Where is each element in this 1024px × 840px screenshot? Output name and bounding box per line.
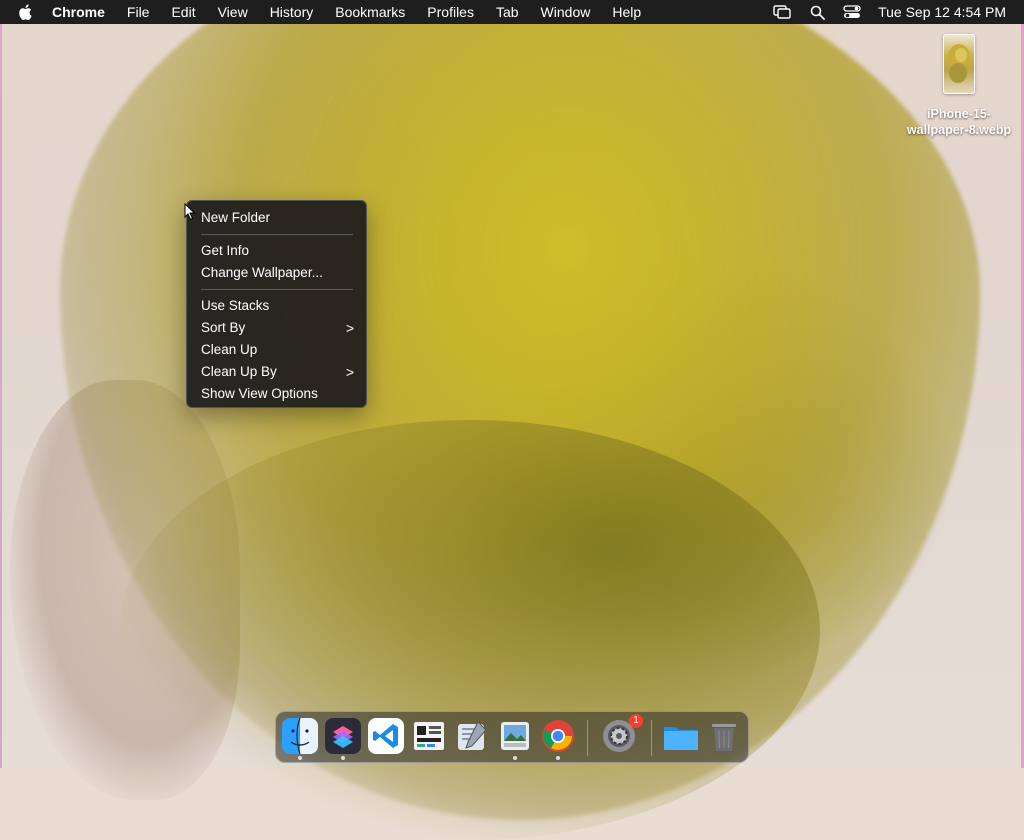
dock: 1 bbox=[275, 711, 749, 763]
menu-help[interactable]: Help bbox=[601, 4, 652, 20]
menu-item-new-folder[interactable]: New Folder bbox=[187, 207, 366, 229]
menu-item-clean-up[interactable]: Clean Up bbox=[187, 339, 366, 361]
menu-separator bbox=[201, 234, 353, 235]
image-thumbnail-icon[interactable] bbox=[943, 34, 975, 94]
menu-bar-clock[interactable]: Tue Sep 12 4:54 PM bbox=[878, 4, 1006, 20]
file-name-label[interactable]: iPhone-15-wallpaper-8.webp bbox=[900, 106, 1018, 138]
menu-file[interactable]: File bbox=[116, 4, 161, 20]
wallpaper-edge bbox=[0, 0, 2, 768]
dock-divider bbox=[651, 720, 652, 756]
menu-item-label: Change Wallpaper... bbox=[201, 265, 323, 280]
system-settings-icon[interactable]: 1 bbox=[601, 714, 643, 754]
apple-menu-icon[interactable] bbox=[18, 3, 36, 21]
screen-mirroring-icon[interactable] bbox=[773, 4, 791, 20]
menu-item-label: Clean Up By bbox=[201, 364, 277, 379]
menu-item-show-view-options[interactable]: Show View Options bbox=[187, 383, 366, 405]
wallpaper-shape bbox=[120, 420, 820, 840]
menu-item-sort-by[interactable]: Sort By > bbox=[187, 317, 366, 339]
desktop-file[interactable]: iPhone-15-wallpaper-8.webp bbox=[900, 34, 1018, 138]
menu-item-label: New Folder bbox=[201, 210, 271, 225]
menu-item-label: Get Info bbox=[201, 243, 250, 258]
menu-edit[interactable]: Edit bbox=[160, 4, 206, 20]
trash-icon[interactable] bbox=[706, 718, 742, 754]
menu-item-label: Show View Options bbox=[201, 386, 318, 401]
status-area: Tue Sep 12 4:54 PM bbox=[756, 4, 1024, 20]
menu-view[interactable]: View bbox=[207, 4, 259, 20]
running-indicator bbox=[298, 756, 302, 760]
menu-item-label: Use Stacks bbox=[201, 298, 270, 313]
menu-history[interactable]: History bbox=[259, 4, 325, 20]
dock-divider bbox=[587, 720, 588, 756]
menu-item-clean-up-by[interactable]: Clean Up By > bbox=[187, 361, 366, 383]
menu-item-get-info[interactable]: Get Info bbox=[187, 240, 366, 262]
menu-bar: Chrome File Edit View History Bookmarks … bbox=[0, 0, 1024, 24]
menu-separator bbox=[201, 289, 353, 290]
menu-bookmarks[interactable]: Bookmarks bbox=[324, 4, 416, 20]
running-indicator bbox=[341, 756, 345, 760]
menu-window[interactable]: Window bbox=[530, 4, 602, 20]
chevron-right-icon: > bbox=[345, 320, 354, 336]
menu-item-label: Sort By bbox=[201, 320, 246, 335]
menu-item-change-wallpaper[interactable]: Change Wallpaper... bbox=[187, 262, 366, 284]
shortcuts-icon[interactable] bbox=[325, 718, 361, 754]
menu-profiles[interactable]: Profiles bbox=[416, 4, 485, 20]
activity-board-icon[interactable] bbox=[411, 718, 447, 754]
running-indicator bbox=[513, 756, 517, 760]
desktop-context-menu: New Folder Get Info Change Wallpaper... … bbox=[186, 200, 367, 408]
finder-icon[interactable] bbox=[282, 717, 318, 755]
desktop-wallpaper bbox=[0, 0, 1024, 840]
downloads-folder-icon[interactable] bbox=[662, 718, 698, 754]
vscode-icon[interactable] bbox=[368, 718, 404, 754]
chrome-icon[interactable] bbox=[540, 718, 576, 754]
menu-item-use-stacks[interactable]: Use Stacks bbox=[187, 295, 366, 317]
menu-item-label: Clean Up bbox=[201, 342, 258, 357]
chevron-right-icon: > bbox=[345, 364, 354, 380]
preview-icon[interactable] bbox=[497, 718, 533, 754]
script-editor-icon[interactable] bbox=[454, 718, 490, 754]
control-center-icon[interactable] bbox=[843, 4, 861, 20]
menu-app-name[interactable]: Chrome bbox=[52, 4, 116, 20]
notification-badge: 1 bbox=[629, 714, 643, 728]
running-indicator bbox=[556, 756, 560, 760]
menu-tab[interactable]: Tab bbox=[485, 4, 530, 20]
spotlight-search-icon[interactable] bbox=[808, 4, 826, 20]
mouse-pointer-icon bbox=[184, 203, 196, 221]
